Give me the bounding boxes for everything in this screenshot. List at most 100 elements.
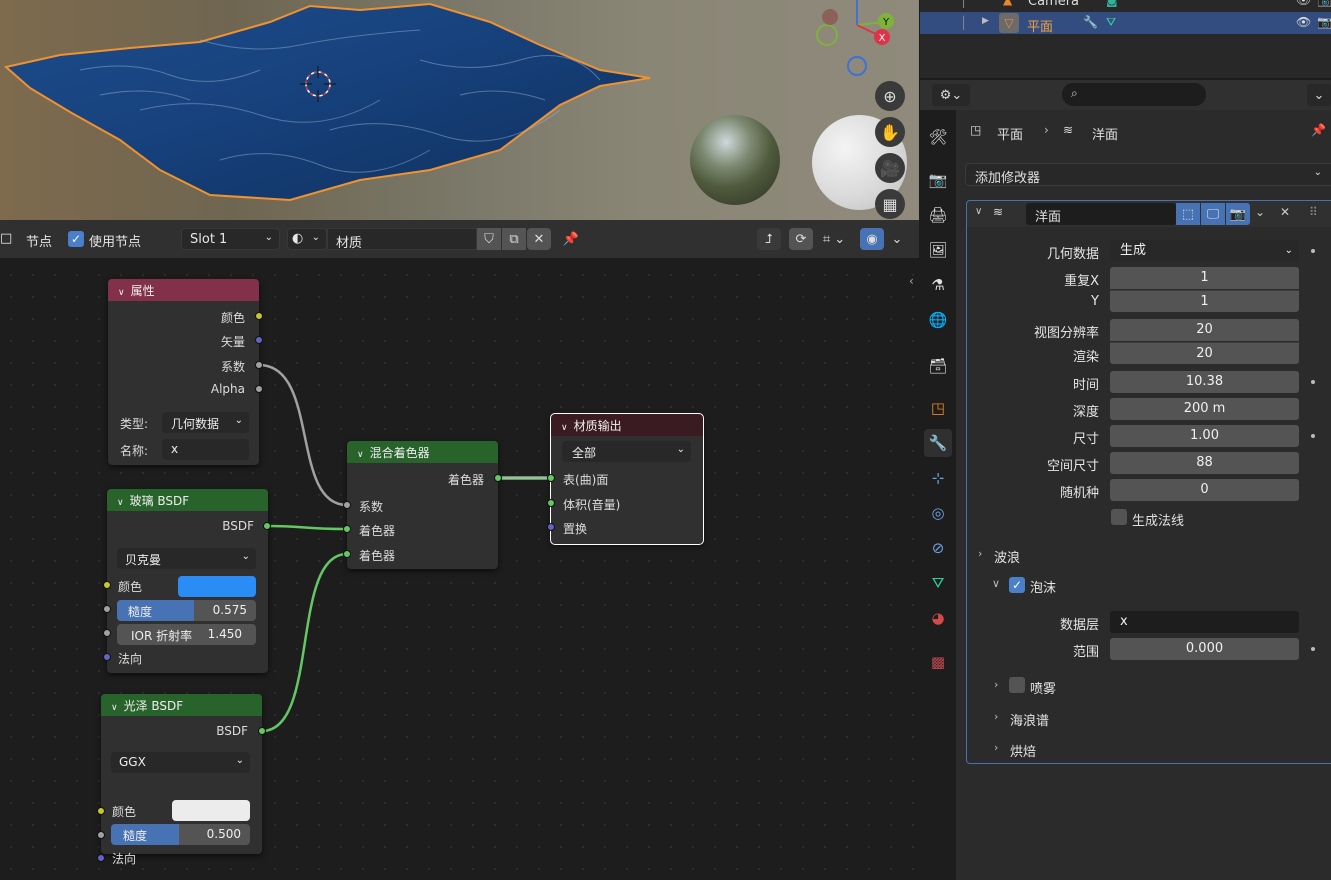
grid-icon[interactable]: ▦ xyxy=(875,189,905,219)
physics-tab-icon[interactable]: ◎ xyxy=(924,499,952,527)
socket-normal-in[interactable] xyxy=(97,854,105,862)
modifier-tab-icon[interactable]: 🔧 xyxy=(924,429,952,457)
attribute-node[interactable]: ∨ 属性 颜色 矢量 系数 Alpha 类型: 几何数据 ⌄ 名称: x xyxy=(108,279,263,465)
constraints-tab-icon[interactable]: ⊘ xyxy=(924,534,952,562)
fake-user-shield-icon[interactable]: ⛉ xyxy=(477,228,501,250)
viewport-display-toggle-icon[interactable]: 🖵 xyxy=(1201,203,1225,225)
socket-ior-in[interactable] xyxy=(103,629,111,637)
add-modifier-dropdown[interactable]: 添加修改器 ⌄ xyxy=(965,163,1331,186)
render-camera-icon[interactable]: 📷 xyxy=(1317,15,1331,29)
use-nodes-checkbox[interactable]: ✓ xyxy=(68,231,84,247)
chevron-right-icon[interactable]: › xyxy=(994,710,998,723)
render-tab-icon[interactable]: 📷 xyxy=(924,166,952,194)
foam-layer-field[interactable]: x xyxy=(1110,611,1299,633)
socket-shader-in-2[interactable] xyxy=(343,550,351,558)
size-field[interactable]: 1.00 xyxy=(1110,425,1299,447)
tool-tab-icon[interactable]: 🛠 xyxy=(924,123,952,151)
generate-normals-checkbox[interactable] xyxy=(1111,509,1127,525)
modifier-header[interactable]: ∨ ≋ 洋面 ⬚ 🖵 📷 ⌄ ✕ ⠿ xyxy=(967,201,1331,227)
geometry-dropdown[interactable]: 生成 ⌄ xyxy=(1110,240,1299,262)
socket-shader-out[interactable] xyxy=(494,474,502,482)
attr-type-dropdown[interactable]: 几何数据 ⌄ xyxy=(162,412,249,433)
mix-node-header[interactable]: ∨ 混合着色器 xyxy=(347,441,498,463)
pin-icon[interactable]: 📌 xyxy=(559,228,583,250)
coverage-field[interactable]: 0.000 xyxy=(1110,638,1299,660)
socket-color-in[interactable] xyxy=(97,807,105,815)
chevron-down-icon[interactable]: ⌄ xyxy=(885,228,909,250)
keyframe-dot[interactable] xyxy=(1311,434,1315,438)
glossy-node-header[interactable]: ∨ 光泽 BSDF xyxy=(101,694,262,716)
material-name-field[interactable]: 材质 xyxy=(327,228,477,251)
shader-node-editor[interactable]: □ 节点 ✓ 使用节点 Slot 1 ⌄ ◐ ⌄ 材质 ⛉ ⧉ ✕ 📌 ⮥ ⟳ … xyxy=(0,220,919,880)
socket-volume-in[interactable] xyxy=(547,499,555,507)
menu-node[interactable]: 节点 xyxy=(26,231,52,250)
collection-tab-icon[interactable]: 🗃 xyxy=(924,352,952,380)
glass-color-swatch[interactable] xyxy=(178,576,256,597)
chevron-down-icon[interactable]: ∨ xyxy=(992,577,1000,590)
chevron-right-icon[interactable]: › xyxy=(994,741,998,754)
zoom-icon[interactable]: ⊕ xyxy=(875,81,905,111)
mix-shader-node[interactable]: ∨ 混合着色器 着色器 系数 着色器 着色器 xyxy=(343,441,502,569)
snap-grid-dropdown[interactable]: ⌗ ⌄ xyxy=(815,228,853,250)
chevron-down-icon[interactable]: ∨ xyxy=(117,498,124,508)
pin-icon[interactable]: 📌 xyxy=(1311,123,1326,137)
glass-ior-field[interactable]: IOR 折射率 1.450 xyxy=(117,624,256,645)
chevron-down-icon[interactable]: ∨ xyxy=(561,423,568,433)
socket-normal-in[interactable] xyxy=(103,653,111,661)
attr-name-field[interactable]: x xyxy=(162,439,249,460)
socket-surface-in[interactable] xyxy=(547,474,555,482)
menu-edge-fragment[interactable]: □ xyxy=(0,231,12,246)
chevron-right-icon[interactable]: › xyxy=(978,547,982,560)
spectrum-subpanel[interactable]: › 海浪谱 xyxy=(994,710,1049,729)
data-tab-icon[interactable]: ⛛ xyxy=(924,569,952,597)
outliner-row-camera[interactable]: │ ▲ Camera ◙ 👁 📷 xyxy=(920,0,1331,12)
eye-icon[interactable]: 👁 xyxy=(1296,0,1311,7)
close-icon[interactable]: ✕ xyxy=(1280,205,1290,219)
scene-tab-icon[interactable]: ⚗ xyxy=(924,271,952,299)
socket-alpha-out[interactable] xyxy=(255,385,263,393)
keyframe-dot[interactable] xyxy=(1311,380,1315,384)
socket-fac-out[interactable] xyxy=(255,361,263,369)
modifier-name-field[interactable]: 洋面 xyxy=(1026,203,1176,225)
output-tab-icon[interactable]: 🖨 xyxy=(924,201,952,229)
render-toggle-icon[interactable]: 📷 xyxy=(1226,203,1250,225)
viewport-resolution-field[interactable]: 20 xyxy=(1110,319,1299,341)
time-field[interactable]: 10.38 xyxy=(1110,371,1299,393)
eye-icon[interactable]: 👁 xyxy=(1296,15,1311,29)
output-node-header[interactable]: ∨ 材质输出 xyxy=(551,414,703,436)
socket-fac-in[interactable] xyxy=(343,501,351,509)
glass-roughness-slider[interactable]: 糙度 0.575 xyxy=(117,600,256,621)
socket-shader-in-1[interactable] xyxy=(343,525,351,533)
snap-magnet-icon[interactable]: ⟳ xyxy=(789,228,813,250)
keyframe-dot[interactable] xyxy=(1311,647,1315,651)
camera-icon[interactable]: 🎥 xyxy=(875,153,905,183)
spray-checkbox[interactable] xyxy=(1009,677,1025,693)
particles-tab-icon[interactable]: ⊹ xyxy=(924,464,952,492)
view-layer-tab-icon[interactable]: 🖼 xyxy=(924,236,952,264)
properties-search-input[interactable]: ⌕ xyxy=(1062,83,1206,106)
socket-color-in[interactable] xyxy=(103,581,111,589)
chevron-down-icon[interactable]: ∨ xyxy=(357,450,364,460)
duplicate-icon[interactable]: ⧉ xyxy=(502,228,526,250)
socket-bsdf-out[interactable] xyxy=(263,522,271,530)
modifier-menu-chevron-icon[interactable]: ⌄ xyxy=(1255,205,1265,219)
material-tab-icon[interactable]: ◕ xyxy=(924,604,952,632)
options-chevron-down-icon[interactable]: ⌄ xyxy=(1307,84,1331,106)
object-tab-icon[interactable]: ◳ xyxy=(924,394,952,422)
sidebar-toggle-arrow-icon[interactable]: ‹ xyxy=(909,274,914,288)
glass-node-header[interactable]: ∨ 玻璃 BSDF xyxy=(107,489,268,511)
waves-subpanel[interactable]: › 波浪 xyxy=(978,547,1020,566)
hand-icon[interactable]: ✋ xyxy=(875,117,905,147)
spatial-size-field[interactable]: 88 xyxy=(1110,452,1299,474)
editor-type-dropdown[interactable]: ⚙⌄ xyxy=(932,84,970,106)
slot-dropdown[interactable]: Slot 1 ⌄ xyxy=(181,228,280,250)
close-icon[interactable]: ✕ xyxy=(527,228,551,250)
socket-color-out[interactable] xyxy=(255,312,263,320)
glossy-distribution-dropdown[interactable]: GGX ⌄ xyxy=(111,752,250,773)
glossy-color-swatch[interactable] xyxy=(172,800,250,821)
foam-checkbox[interactable]: ✓ xyxy=(1009,577,1025,593)
keyframe-dot[interactable] xyxy=(1311,249,1315,253)
glossy-roughness-slider[interactable]: 糙度 0.500 xyxy=(111,824,250,845)
glass-bsdf-node[interactable]: ∨ 玻璃 BSDF BSDF 贝克曼 ⌄ 颜色 糙度 0.575 IOR 折射率 … xyxy=(103,489,271,673)
socket-displacement-in[interactable] xyxy=(547,523,555,531)
